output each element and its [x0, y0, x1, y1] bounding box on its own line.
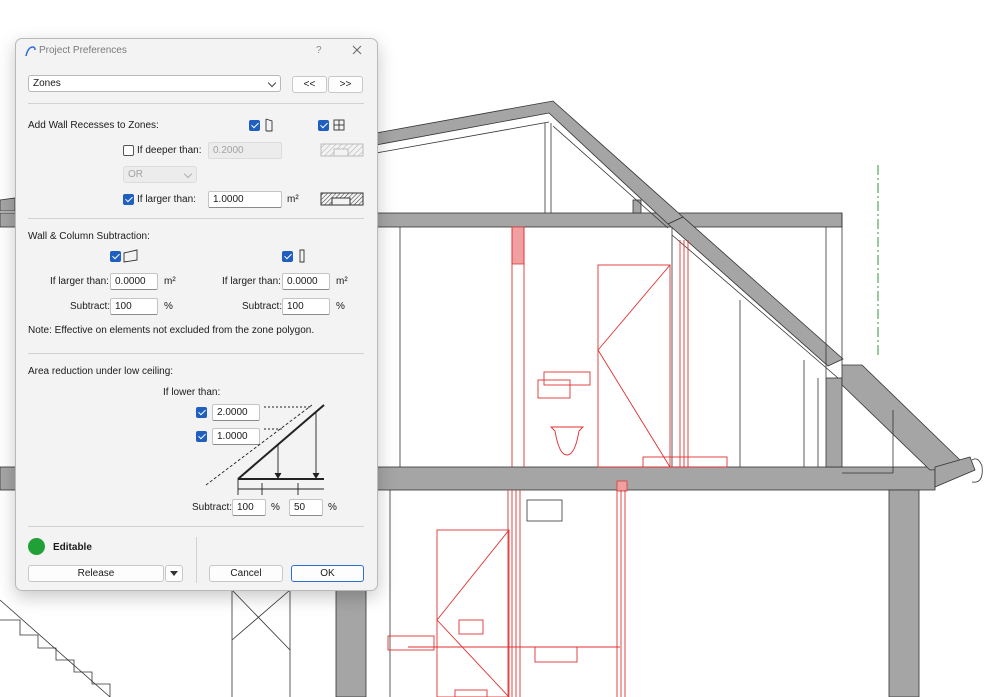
help-button[interactable]: ? — [316, 45, 322, 57]
divider — [28, 218, 364, 219]
deeper-than-field[interactable]: 0.2000 — [208, 142, 282, 159]
column-larger-field[interactable]: 0.0000 — [282, 273, 330, 290]
wall-subtract-label: Subtract: — [70, 301, 111, 312]
editable-status-label: Editable — [53, 542, 92, 553]
editable-status-icon — [28, 538, 45, 555]
wall-larger-label: If larger than: — [50, 276, 109, 287]
caret-down-icon — [170, 571, 178, 576]
chevron-down-icon — [267, 78, 277, 88]
window-recess-checkbox[interactable] — [318, 120, 329, 131]
ceiling-percent1-label: % — [271, 502, 280, 513]
panel-select[interactable]: Zones — [28, 75, 281, 92]
recess-area-icon — [320, 192, 364, 206]
larger-than-label: If larger than: — [137, 194, 196, 205]
column-unit-label: m² — [336, 276, 348, 287]
column-icon — [299, 249, 305, 263]
wall-larger-field[interactable]: 0.0000 — [110, 273, 158, 290]
wall-subtraction-checkbox[interactable] — [110, 251, 121, 262]
wall-unit-label: m² — [164, 276, 176, 287]
panel-select-value: Zones — [33, 78, 61, 89]
wall-subtract-field[interactable]: 100 — [110, 298, 158, 315]
dialog-title: Project Preferences — [39, 45, 127, 56]
column-subtract-field[interactable]: 100 — [282, 298, 330, 315]
area-unit-label: m² — [287, 194, 299, 205]
ceiling-subtract2-field[interactable]: 50 — [289, 499, 323, 516]
cancel-button[interactable]: Cancel — [209, 565, 283, 582]
archicad-logo-icon — [25, 46, 36, 57]
recess-depth-icon — [320, 143, 364, 157]
divider — [28, 526, 364, 527]
wall-icon — [123, 249, 138, 263]
next-panel-button[interactable]: >> — [328, 76, 363, 93]
ceiling-subtract-label: Subtract: — [192, 502, 233, 513]
door-icon — [265, 118, 273, 132]
operator-select[interactable]: OR — [123, 166, 197, 183]
larger-than-checkbox[interactable] — [123, 194, 134, 205]
ok-button[interactable]: OK — [291, 565, 364, 582]
divider — [28, 353, 364, 354]
divider — [28, 103, 364, 104]
recesses-heading: Add Wall Recesses to Zones: — [28, 120, 159, 131]
ceiling-heading: Area reduction under low ceiling: — [28, 366, 174, 377]
operator-value: OR — [128, 169, 143, 180]
larger-than-field[interactable]: 1.0000 — [208, 191, 282, 208]
ceiling-percent2-label: % — [328, 502, 337, 513]
column-subtract-label: Subtract: — [242, 301, 283, 312]
low-ceiling-diagram — [205, 404, 325, 495]
deeper-than-checkbox[interactable] — [123, 145, 134, 156]
close-icon[interactable] — [352, 45, 362, 55]
release-dropdown-button[interactable] — [165, 565, 183, 582]
ceiling-subtract1-field[interactable]: 100 — [232, 499, 266, 516]
column-percent-label: % — [336, 301, 345, 312]
project-preferences-dialog: Project Preferences ? Zones << >> Add Wa… — [15, 38, 378, 591]
wall-percent-label: % — [164, 301, 173, 312]
column-subtraction-checkbox[interactable] — [282, 251, 293, 262]
subtraction-heading: Wall & Column Subtraction: — [28, 231, 150, 242]
release-button[interactable]: Release — [28, 565, 164, 582]
door-recess-checkbox[interactable] — [249, 120, 260, 131]
window-icon — [333, 119, 345, 131]
subtraction-note: Note: Effective on elements not excluded… — [28, 325, 315, 336]
column-larger-label: If larger than: — [222, 276, 281, 287]
deeper-than-label: If deeper than: — [137, 145, 202, 156]
lower-than-label: If lower than: — [163, 387, 221, 398]
divider — [196, 537, 197, 583]
chevron-down-icon — [183, 169, 193, 179]
previous-panel-button[interactable]: << — [292, 76, 327, 93]
